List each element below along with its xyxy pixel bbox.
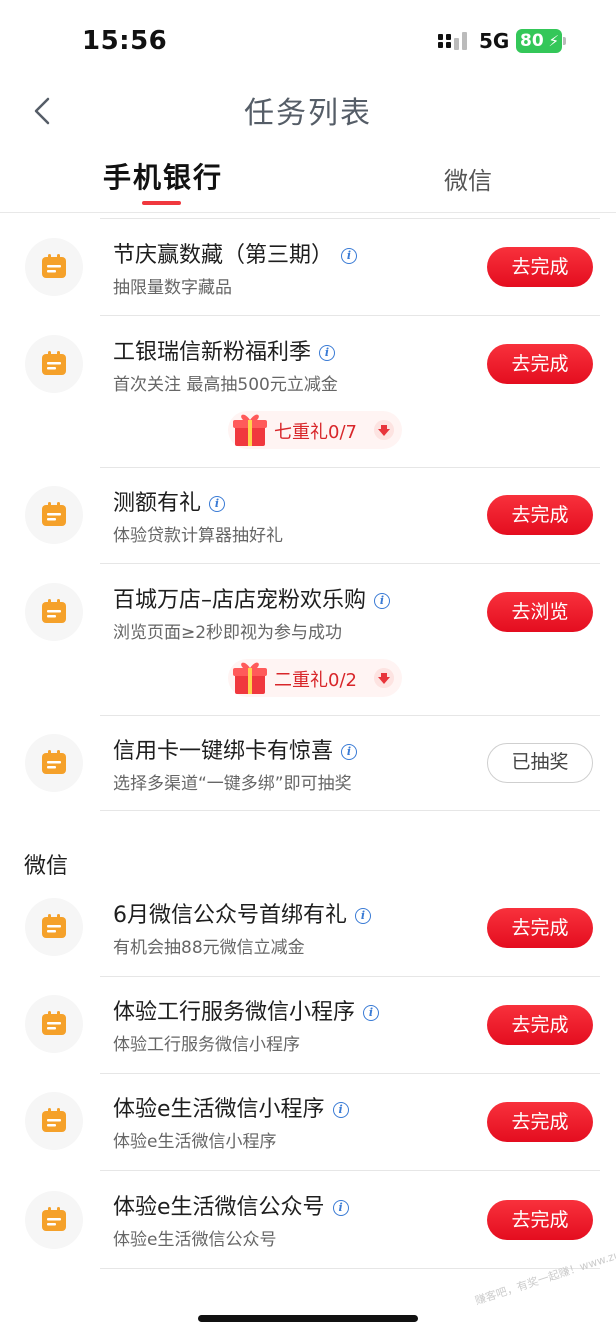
task-desc: 浏览页面≥2秒即视为参与成功	[113, 623, 343, 643]
tab-divider	[0, 212, 616, 213]
task-name-text: 百城万店–店店宠粉欢乐购	[113, 588, 367, 613]
gift-progress-pill[interactable]: 二重礼0/2	[228, 659, 402, 697]
gift-box-icon	[233, 662, 267, 694]
task-row: 百城万店–店店宠粉欢乐购 i 浏览页面≥2秒即视为参与成功 去浏览 二重礼0/2	[0, 565, 616, 716]
expand-arrow-icon	[374, 668, 394, 688]
task-row: 节庆赢数藏（第三期） i 抽限量数字藏品 去完成	[0, 220, 616, 316]
calendar-icon	[25, 335, 83, 393]
info-icon[interactable]: i	[332, 1200, 349, 1216]
task-name: 信用卡一键绑卡有惊喜 i	[113, 733, 358, 765]
battery-indicator: 80 ⚡	[516, 29, 562, 53]
task-row: 体验工行服务微信小程序 i 体验工行服务微信小程序 去完成	[0, 977, 616, 1074]
battery-tip	[563, 37, 566, 45]
tab-wechat[interactable]: 微信	[444, 161, 492, 196]
complete-button[interactable]: 去完成	[487, 908, 593, 948]
info-icon[interactable]: i	[209, 496, 226, 512]
browse-button[interactable]: 去浏览	[487, 592, 593, 632]
drawn-status-button[interactable]: 已抽奖	[487, 743, 593, 783]
active-tab-indicator	[142, 201, 181, 205]
task-name-text: 工银瑞信新粉福利季	[113, 340, 312, 365]
calendar-icon	[25, 995, 83, 1053]
home-indicator[interactable]	[198, 1315, 418, 1322]
calendar-icon	[25, 486, 83, 544]
gift-progress-text: 七重礼0/7	[274, 422, 357, 443]
task-row: 体验e生活微信公众号 i 体验e生活微信公众号 去完成	[0, 1171, 616, 1269]
calendar-icon	[25, 898, 83, 956]
complete-button[interactable]: 去完成	[487, 1200, 593, 1240]
info-icon[interactable]: i	[341, 248, 358, 264]
network-type: 5G	[479, 29, 510, 53]
gift-progress-text: 二重礼0/2	[274, 670, 357, 691]
task-desc: 选择多渠道“一键多绑”即可抽奖	[113, 774, 352, 794]
cellular-signal-icon	[438, 32, 467, 50]
calendar-icon	[25, 583, 83, 641]
row-divider	[100, 810, 600, 811]
gift-progress-pill[interactable]: 七重礼0/7	[228, 411, 402, 449]
task-name-text: 6月微信公众号首绑有礼	[113, 903, 347, 928]
task-row: 工银瑞信新粉福利季 i 首次关注 最高抽500元立减金 去完成 七重礼0/7	[0, 317, 616, 468]
info-icon[interactable]: i	[374, 593, 391, 609]
task-name: 工银瑞信新粉福利季 i	[113, 334, 336, 366]
complete-button[interactable]: 去完成	[487, 1005, 593, 1045]
task-name-text: 体验工行服务微信小程序	[113, 1000, 356, 1025]
task-desc: 体验e生活微信公众号	[113, 1230, 277, 1250]
row-divider	[100, 1268, 600, 1269]
calendar-icon	[25, 734, 83, 792]
task-name: 测额有礼 i	[113, 485, 226, 517]
calendar-icon	[25, 238, 83, 296]
task-row: 6月微信公众号首绑有礼 i 有机会抽88元微信立减金 去完成	[0, 880, 616, 977]
list-divider	[100, 218, 600, 219]
task-row: 测额有礼 i 体验贷款计算器抽好礼 去完成	[0, 468, 616, 564]
task-desc: 抽限量数字藏品	[113, 278, 232, 298]
complete-button[interactable]: 去完成	[487, 344, 593, 384]
info-icon[interactable]: i	[341, 744, 358, 760]
gift-box-icon	[233, 414, 267, 446]
task-desc: 体验工行服务微信小程序	[113, 1035, 300, 1055]
task-name: 百城万店–店店宠粉欢乐购 i	[113, 582, 391, 614]
task-name: 体验e生活微信公众号 i	[113, 1189, 349, 1221]
task-row: 体验e生活微信小程序 i 体验e生活微信小程序 去完成	[0, 1074, 616, 1171]
charging-icon: ⚡	[548, 32, 559, 50]
task-name-text: 测额有礼	[113, 491, 202, 516]
task-name: 体验e生活微信小程序 i	[113, 1091, 349, 1123]
task-desc: 首次关注 最高抽500元立减金	[113, 375, 338, 395]
row-divider	[100, 563, 600, 564]
task-name-text: 信用卡一键绑卡有惊喜	[113, 739, 334, 764]
complete-button[interactable]: 去完成	[487, 247, 593, 287]
info-icon[interactable]: i	[363, 1005, 380, 1021]
expand-arrow-icon	[374, 420, 394, 440]
calendar-icon	[25, 1092, 83, 1150]
tab-mobile-banking[interactable]: 手机银行	[103, 156, 223, 196]
info-icon[interactable]: i	[319, 345, 336, 361]
info-icon[interactable]: i	[355, 908, 371, 924]
task-name: 体验工行服务微信小程序 i	[113, 994, 380, 1026]
info-icon[interactable]: i	[332, 1102, 349, 1118]
task-name: 6月微信公众号首绑有礼 i	[113, 897, 371, 929]
task-name: 节庆赢数藏（第三期） i	[113, 237, 358, 269]
task-name-text: 体验e生活微信小程序	[113, 1097, 325, 1122]
status-bar: 15:56 5G 80 ⚡	[0, 0, 616, 84]
task-desc: 有机会抽88元微信立减金	[113, 938, 305, 958]
task-desc: 体验贷款计算器抽好礼	[113, 526, 283, 546]
complete-button[interactable]: 去完成	[487, 1102, 593, 1142]
battery-level: 80	[520, 31, 544, 51]
row-divider	[100, 315, 600, 316]
calendar-icon	[25, 1191, 83, 1249]
complete-button[interactable]: 去完成	[487, 495, 593, 535]
task-name-text: 体验e生活微信公众号	[113, 1195, 325, 1220]
task-row: 信用卡一键绑卡有惊喜 i 选择多渠道“一键多绑”即可抽奖 已抽奖	[0, 716, 616, 812]
task-desc: 体验e生活微信小程序	[113, 1132, 277, 1152]
page-title: 任务列表	[244, 96, 372, 131]
task-name-text: 节庆赢数藏（第三期）	[113, 243, 334, 268]
section-title-wechat: 微信	[24, 854, 69, 879]
status-time: 15:56	[82, 26, 168, 56]
